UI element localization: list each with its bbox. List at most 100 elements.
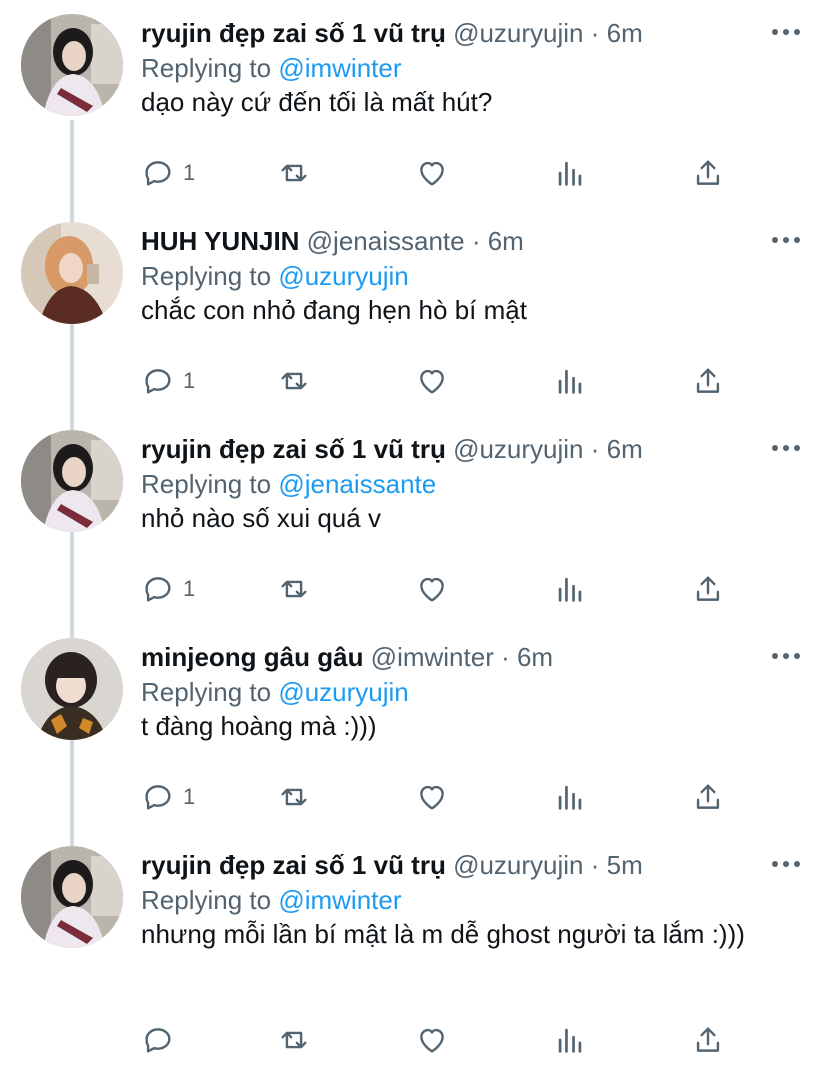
analytics-button[interactable] (553, 779, 587, 815)
tweet-reply[interactable]: HUH YUNJIN @jenaissante · 6m Replying to… (0, 208, 828, 416)
tweet-actions: 1 (141, 155, 741, 191)
reply-button[interactable]: 1 (141, 155, 195, 191)
share-button[interactable] (691, 571, 725, 607)
reply-icon (145, 577, 171, 602)
reply-icon (145, 1028, 171, 1053)
replying-to: Replying to @uzuryujin (141, 258, 409, 294)
heart-icon (420, 577, 444, 602)
analytics-button[interactable] (553, 571, 587, 607)
replying-to-handle[interactable]: @imwinter (278, 885, 401, 915)
handle-and-time[interactable]: @uzuryujin · 6m (446, 434, 643, 464)
reply-button[interactable]: 1 (141, 571, 195, 607)
tweet-header: ryujin đẹp zai số 1 vũ trụ @uzuryujin · … (141, 14, 643, 52)
tweet-header: ryujin đẹp zai số 1 vũ trụ @uzuryujin · … (141, 430, 643, 468)
handle-and-time[interactable]: @uzuryujin · 6m (446, 18, 643, 48)
like-button[interactable] (415, 1022, 449, 1058)
share-icon (696, 160, 720, 185)
handle-and-time[interactable]: @imwinter · 6m (363, 642, 553, 672)
retweet-button[interactable] (277, 155, 311, 191)
display-name[interactable]: ryujin đẹp zai số 1 vũ trụ (141, 434, 446, 464)
tweet-reply[interactable]: ryujin đẹp zai số 1 vũ trụ @uzuryujin · … (0, 832, 828, 1066)
replying-to: Replying to @imwinter (141, 882, 402, 918)
reply-icon (145, 785, 171, 810)
replying-to-label: Replying to (141, 469, 279, 499)
display-name[interactable]: HUH YUNJIN (141, 226, 299, 256)
analytics-icon (558, 161, 582, 186)
share-button[interactable] (691, 779, 725, 815)
more-options-icon[interactable] (772, 28, 800, 36)
analytics-icon (558, 785, 582, 810)
analytics-icon (558, 1028, 582, 1053)
like-button[interactable] (415, 779, 449, 815)
retweet-button[interactable] (277, 363, 311, 399)
tweet-actions: 1 (141, 571, 741, 607)
replying-to: Replying to @uzuryujin (141, 674, 409, 710)
handle-and-time[interactable]: @jenaissante · 6m (299, 226, 524, 256)
retweet-icon (281, 1031, 307, 1049)
avatar-photo (21, 430, 123, 532)
retweet-button[interactable] (277, 779, 311, 815)
like-button[interactable] (415, 155, 449, 191)
share-button[interactable] (691, 155, 725, 191)
reply-button[interactable] (141, 1022, 183, 1058)
tweet-header: minjeong gâu gâu @imwinter · 6m (141, 638, 553, 676)
avatar[interactable] (21, 638, 123, 740)
retweet-button[interactable] (277, 571, 311, 607)
avatar-photo (21, 222, 123, 324)
retweet-icon (281, 164, 307, 182)
like-button[interactable] (415, 363, 449, 399)
replying-to-handle[interactable]: @uzuryujin (278, 677, 408, 707)
analytics-icon (558, 369, 582, 394)
retweet-icon (281, 372, 307, 390)
display-name[interactable]: ryujin đẹp zai số 1 vũ trụ (141, 850, 446, 880)
share-button[interactable] (691, 363, 725, 399)
display-name[interactable]: ryujin đẹp zai số 1 vũ trụ (141, 18, 446, 48)
replying-to-handle[interactable]: @imwinter (278, 53, 401, 83)
more-options-icon[interactable] (772, 236, 800, 244)
more-options-icon[interactable] (772, 652, 800, 660)
tweet-text: nhưng mỗi lần bí mật là m dễ ghost người… (141, 919, 745, 949)
reply-count: 1 (183, 160, 196, 185)
retweet-button[interactable] (277, 1022, 311, 1058)
tweet-actions: 1 (141, 363, 741, 399)
share-button[interactable] (691, 1022, 725, 1058)
replying-to-label: Replying to (141, 53, 279, 83)
heart-icon (420, 1028, 444, 1053)
reply-icon (145, 161, 171, 186)
heart-icon (420, 785, 444, 810)
tweet-header: HUH YUNJIN @jenaissante · 6m (141, 222, 524, 260)
tweet-text: chắc con nhỏ đang hẹn hò bí mật (141, 295, 527, 325)
handle-and-time[interactable]: @uzuryujin · 5m (446, 850, 643, 880)
reply-button[interactable]: 1 (141, 363, 195, 399)
analytics-button[interactable] (553, 363, 587, 399)
avatar[interactable] (21, 846, 123, 948)
replying-to-label: Replying to (141, 677, 279, 707)
tweet-reply[interactable]: ryujin đẹp zai số 1 vũ trụ @uzuryujin · … (0, 416, 828, 624)
reply-button[interactable]: 1 (141, 779, 195, 815)
replying-to-label: Replying to (141, 261, 279, 291)
tweet-actions (141, 1022, 741, 1058)
more-options-icon[interactable] (772, 860, 800, 868)
avatar[interactable] (21, 222, 123, 324)
avatar[interactable] (21, 14, 123, 116)
display-name[interactable]: minjeong gâu gâu (141, 642, 363, 672)
replying-to-handle[interactable]: @jenaissante (278, 469, 436, 499)
replying-to-handle[interactable]: @uzuryujin (278, 261, 408, 291)
heart-icon (420, 161, 444, 186)
share-icon (696, 576, 720, 601)
avatar[interactable] (21, 430, 123, 532)
like-button[interactable] (415, 571, 449, 607)
tweet-header: ryujin đẹp zai số 1 vũ trụ @uzuryujin · … (141, 846, 643, 884)
more-options-icon[interactable] (772, 444, 800, 452)
reply-icon (145, 369, 171, 394)
replying-to: Replying to @imwinter (141, 50, 402, 86)
avatar-photo (21, 14, 123, 116)
avatar-photo (21, 638, 123, 740)
tweet-reply[interactable]: ryujin đẹp zai số 1 vũ trụ @uzuryujin · … (0, 0, 828, 208)
analytics-button[interactable] (553, 1022, 587, 1058)
reply-count: 1 (183, 368, 196, 393)
analytics-button[interactable] (553, 155, 587, 191)
analytics-icon (558, 577, 582, 602)
tweet-text: dạo này cứ đến tối là mất hút? (141, 87, 493, 117)
tweet-reply[interactable]: minjeong gâu gâu @imwinter · 6m Replying… (0, 624, 828, 832)
